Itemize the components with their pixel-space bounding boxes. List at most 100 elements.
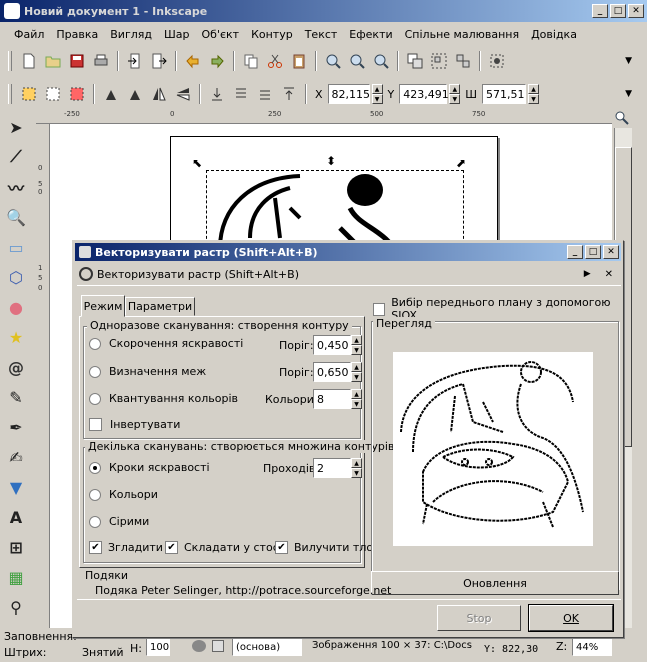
zoom-selection-icon[interactable]: [322, 50, 344, 72]
close-button[interactable]: ✕: [628, 4, 644, 18]
menu-item-0[interactable]: Файл: [8, 28, 50, 41]
layer-lock-icon[interactable]: [212, 640, 224, 652]
greys-option[interactable]: Сірими: [89, 515, 149, 528]
gradient-icon[interactable]: ▦: [2, 562, 30, 592]
select-all-icon[interactable]: [18, 83, 40, 105]
invert-option[interactable]: Інвертувати: [89, 418, 180, 431]
ok-button[interactable]: OK: [528, 604, 614, 632]
w-spinner[interactable]: ▲ ▼: [528, 84, 540, 104]
menu-item-2[interactable]: Вигляд: [104, 28, 158, 41]
brightness-cutoff-radio[interactable]: [89, 337, 101, 350]
menu-item-8[interactable]: Спільне малювання: [399, 28, 525, 41]
toolbar-overflow-arrow[interactable]: ▼: [625, 56, 632, 66]
menu-item-4[interactable]: Об'єкт: [196, 28, 246, 41]
lower-icon[interactable]: [254, 83, 276, 105]
brightness-threshold-spinner[interactable]: ▲ ▼: [351, 335, 362, 355]
brightness-cutoff-option[interactable]: Скорочення яскравості: [89, 337, 243, 350]
save-icon[interactable]: [66, 50, 88, 72]
menu-item-9[interactable]: Довідка: [525, 28, 583, 41]
box-3d-icon[interactable]: ⬡: [2, 262, 30, 292]
siox-checkbox[interactable]: [373, 302, 386, 316]
text-icon[interactable]: A: [2, 502, 30, 532]
zoom-drawing-icon[interactable]: [346, 50, 368, 72]
remove-background-option[interactable]: ✔ Вилучити тло: [275, 541, 373, 554]
brightness-steps-radio[interactable]: [89, 461, 101, 474]
menu-item-1[interactable]: Правка: [50, 28, 104, 41]
greys-radio[interactable]: [89, 515, 101, 528]
color-quantization-option[interactable]: Квантування кольорів: [89, 392, 238, 405]
dialog-maximize-button[interactable]: □: [585, 245, 601, 259]
pencil-icon[interactable]: ✎: [2, 382, 30, 412]
tab-parameters[interactable]: Параметри: [125, 297, 195, 316]
menu-item-3[interactable]: Шар: [158, 28, 196, 41]
dropper-icon[interactable]: ⚲: [2, 592, 30, 622]
edge-detection-radio[interactable]: [89, 365, 101, 378]
invert-checkbox[interactable]: [89, 418, 102, 431]
zoom-corner-icon[interactable]: [614, 110, 632, 128]
rotate-cw-icon[interactable]: [124, 83, 146, 105]
dialog-close-button[interactable]: ✕: [603, 245, 619, 259]
rectangle-icon[interactable]: ▭: [2, 232, 30, 262]
ellipse-icon[interactable]: ●: [2, 292, 30, 322]
node-edit-icon[interactable]: ⟋: [2, 142, 30, 172]
colors-radio[interactable]: [89, 488, 101, 501]
w-input[interactable]: 571,513: [482, 84, 527, 104]
spiral-icon[interactable]: @: [2, 352, 30, 382]
layer-visibility-icon[interactable]: [192, 640, 206, 652]
zoom-icon[interactable]: 🔍: [2, 202, 30, 232]
paint-bucket-icon[interactable]: ▼: [2, 472, 30, 502]
opacity-input[interactable]: 100: [146, 638, 170, 656]
print-icon[interactable]: [90, 50, 112, 72]
color-quantization-radio[interactable]: [89, 392, 101, 405]
quant-colors-input[interactable]: 8: [313, 389, 351, 409]
flip-horizontal-icon[interactable]: [148, 83, 170, 105]
import-icon[interactable]: [124, 50, 146, 72]
raise-icon[interactable]: [230, 83, 252, 105]
smooth-option[interactable]: ✔ Згладити: [89, 541, 163, 554]
maximize-button[interactable]: □: [610, 4, 626, 18]
star-icon[interactable]: ★: [2, 322, 30, 352]
edge-detection-option[interactable]: Визначення меж: [89, 365, 206, 378]
smooth-checkbox[interactable]: ✔: [89, 541, 102, 554]
stop-button[interactable]: Stop: [437, 605, 521, 631]
menu-item-7[interactable]: Ефекти: [343, 28, 398, 41]
rotate-ccw-icon[interactable]: [100, 83, 122, 105]
open-folder-icon[interactable]: [42, 50, 64, 72]
pen-icon[interactable]: ✒: [2, 412, 30, 442]
stack-option[interactable]: ✔ Складати у стос: [165, 541, 279, 554]
tab-mode[interactable]: Режим: [81, 295, 125, 317]
x-input[interactable]: 82,115: [327, 84, 370, 104]
minimize-button[interactable]: _: [592, 4, 608, 18]
colors-option[interactable]: Кольори: [89, 488, 158, 501]
dialog-header-close-icon[interactable]: ✕: [605, 269, 613, 280]
raise-to-top-icon[interactable]: [278, 83, 300, 105]
dialog-arrow-icon[interactable]: ▶: [584, 269, 591, 279]
x-spinner[interactable]: ▲ ▼: [371, 84, 383, 104]
fill-stroke-icon[interactable]: [486, 50, 508, 72]
paste-icon[interactable]: [288, 50, 310, 72]
remove-background-checkbox[interactable]: ✔: [275, 541, 288, 554]
y-input[interactable]: 423,491: [399, 84, 449, 104]
connector-icon[interactable]: ⊞: [2, 532, 30, 562]
zoom-page-icon[interactable]: [370, 50, 392, 72]
layer-selector[interactable]: (основа): [232, 638, 302, 656]
brightness-steps-option[interactable]: Кроки яскравості: [89, 461, 210, 474]
copy-icon[interactable]: [240, 50, 262, 72]
deselect-icon[interactable]: [66, 83, 88, 105]
edge-threshold-spinner[interactable]: ▲ ▼: [351, 362, 362, 382]
resize-handle-nw[interactable]: ⬉: [192, 156, 202, 170]
lower-to-bottom-icon[interactable]: [206, 83, 228, 105]
zoom-input[interactable]: 44%: [572, 638, 612, 656]
passes-spinner[interactable]: ▲ ▼: [351, 458, 362, 478]
stack-checkbox[interactable]: ✔: [165, 541, 178, 554]
tweak-icon[interactable]: 〰: [2, 172, 30, 202]
dialog-minimize-button[interactable]: _: [567, 245, 583, 259]
select-all-layers-icon[interactable]: [42, 83, 64, 105]
flip-vertical-icon[interactable]: [172, 83, 194, 105]
duplicate-icon[interactable]: [404, 50, 426, 72]
y-spinner[interactable]: ▲ ▼: [449, 84, 461, 104]
cut-icon[interactable]: [264, 50, 286, 72]
brightness-threshold-input[interactable]: 0,450: [313, 335, 351, 355]
menu-item-6[interactable]: Текст: [299, 28, 344, 41]
export-icon[interactable]: [148, 50, 170, 72]
